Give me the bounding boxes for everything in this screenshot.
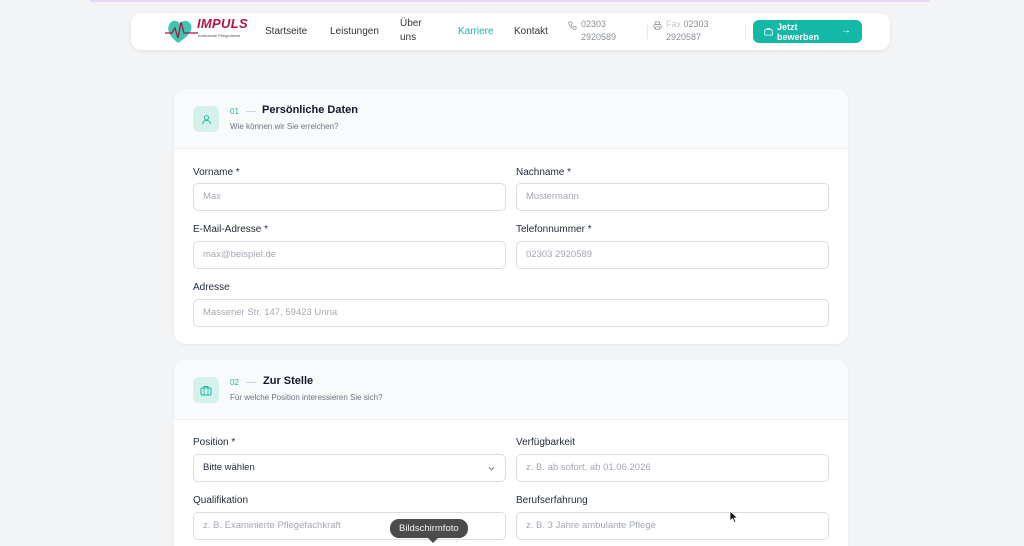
berufserfahrung-label: Berufserfahrung bbox=[516, 495, 588, 506]
section-subtitle: Wie können wir Sie erreichen? bbox=[230, 122, 339, 131]
briefcase-icon-badge bbox=[193, 377, 219, 403]
nav-item-startseite[interactable]: Startseite bbox=[265, 25, 307, 39]
section-header: 02 Zur Stelle Für welche Position intere… bbox=[174, 360, 848, 420]
position-label: Position * bbox=[193, 437, 236, 448]
user-icon bbox=[201, 114, 211, 124]
qualifikation-label: Qualifikation bbox=[193, 495, 249, 506]
mouse-cursor-icon bbox=[729, 510, 739, 524]
phone-icon bbox=[568, 21, 577, 30]
position-select[interactable]: Bitte wählen bbox=[193, 454, 506, 482]
step-number: 02 bbox=[230, 378, 239, 387]
nav-item-ueber-uns[interactable]: Über uns bbox=[400, 17, 430, 45]
email-label: E-Mail-Adresse * bbox=[193, 224, 269, 235]
vorname-input[interactable]: Max bbox=[193, 183, 506, 211]
section-title: Persönliche Daten bbox=[262, 104, 358, 116]
verfuegbarkeit-input[interactable]: z. B. ab sofort, ab 01.06.2026 bbox=[516, 454, 829, 482]
brand-tagline: Ambulante Pflegedienst bbox=[198, 33, 241, 38]
step-divider bbox=[246, 382, 256, 383]
email-input[interactable]: max@beispiel.de bbox=[193, 241, 506, 269]
nachname-label: Nachname * bbox=[516, 167, 572, 178]
top-accent-line bbox=[90, 0, 930, 2]
step-number: 01 bbox=[230, 107, 239, 116]
apply-now-button[interactable]: Jetzt bewerben → bbox=[753, 20, 862, 43]
briefcase-icon bbox=[764, 28, 773, 36]
position-selected-value: Bitte wählen bbox=[203, 462, 255, 473]
user-icon-badge bbox=[193, 106, 219, 132]
adresse-input[interactable]: Massener Str. 147, 59423 Unna bbox=[193, 299, 829, 327]
navbar: IMPULS Ambulante Pflegedienst Startseite… bbox=[131, 13, 890, 50]
fax-label: Fax bbox=[666, 19, 682, 29]
nav-item-karriere[interactable]: Karriere bbox=[458, 25, 494, 39]
nav-divider bbox=[647, 25, 648, 39]
arrow-right-icon: → bbox=[841, 25, 851, 36]
section-header: 01 Persönliche Daten Wie können wir Sie … bbox=[174, 89, 848, 149]
apply-now-label: Jetzt bewerben bbox=[777, 22, 820, 42]
tooltip-arrow bbox=[428, 538, 438, 543]
chevron-down-icon bbox=[488, 466, 495, 471]
section-title: Zur Stelle bbox=[263, 375, 314, 387]
screenshot-tooltip: Bildschirmfoto bbox=[390, 519, 468, 538]
job-card: 02 Zur Stelle Für welche Position intere… bbox=[174, 360, 848, 546]
nachname-input[interactable]: Mustermann bbox=[516, 183, 829, 211]
verfuegbarkeit-label: Verfügbarkeit bbox=[516, 437, 575, 448]
adresse-label: Adresse bbox=[193, 282, 230, 293]
step-divider bbox=[246, 111, 256, 112]
telefon-label: Telefonnummer * bbox=[516, 224, 592, 235]
briefcase-icon bbox=[200, 385, 212, 395]
personal-data-card: 01 Persönliche Daten Wie können wir Sie … bbox=[174, 89, 848, 344]
berufserfahrung-input[interactable]: z. B. 3 Jahre ambulante Pflege bbox=[516, 512, 829, 540]
printer-icon bbox=[653, 21, 662, 30]
section-subtitle: Für welche Position interessieren Sie si… bbox=[230, 393, 383, 402]
phone-number: 02303 2920589 bbox=[581, 19, 617, 42]
brand-name: IMPULS bbox=[197, 16, 248, 31]
nav-item-kontakt[interactable]: Kontakt bbox=[514, 25, 548, 39]
nav-item-leistungen[interactable]: Leistungen bbox=[330, 25, 379, 39]
vorname-label: Vorname * bbox=[193, 167, 240, 178]
telefon-input[interactable]: 02303 2920589 bbox=[516, 241, 829, 269]
nav-divider bbox=[745, 25, 746, 39]
